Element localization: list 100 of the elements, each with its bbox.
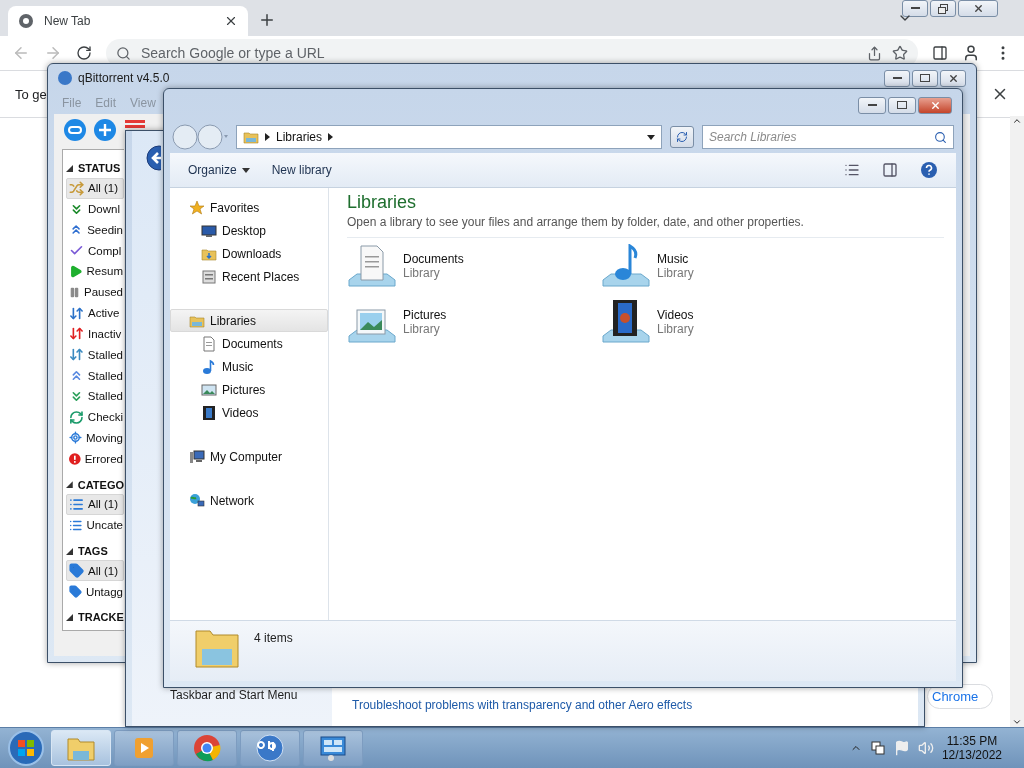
dropdown-arrow-icon[interactable] — [647, 134, 655, 140]
filter-item[interactable]: Resum — [66, 261, 124, 282]
back-arrow-icon[interactable] — [146, 145, 161, 171]
nav-item[interactable]: Recent Places — [170, 265, 328, 288]
address-bar[interactable]: Libraries — [236, 125, 662, 149]
add-icon[interactable] — [94, 119, 116, 141]
filter-item[interactable]: All (1) — [66, 494, 124, 515]
filter-item[interactable]: Uncate — [66, 514, 124, 536]
nav-item[interactable]: Desktop — [170, 219, 328, 242]
filter-item[interactable]: Moving — [66, 427, 124, 449]
help-icon[interactable] — [920, 161, 938, 179]
shuffle-icon — [69, 180, 84, 196]
caret-icon — [241, 167, 250, 173]
preview-pane-icon[interactable] — [882, 162, 898, 178]
link-icon[interactable] — [64, 119, 86, 141]
library-name[interactable]: Documents — [403, 252, 464, 266]
bookmark-star-icon[interactable] — [892, 45, 908, 61]
breadcrumb-item[interactable]: Libraries — [276, 130, 323, 144]
star-icon — [189, 199, 205, 216]
customize-chrome-button[interactable]: Chrome — [927, 684, 994, 709]
refresh-button[interactable] — [670, 126, 694, 148]
computer-icon — [189, 448, 205, 465]
filter-item[interactable]: Seedin — [66, 219, 124, 241]
filter-item[interactable]: Compl — [66, 240, 124, 262]
address-placeholder: Search Google or type a URL — [141, 45, 325, 61]
share-icon[interactable] — [867, 45, 882, 61]
taskbar-button[interactable] — [303, 730, 363, 766]
search-field[interactable]: Search Libraries — [702, 125, 954, 149]
close-icon[interactable] — [224, 14, 238, 28]
nav-item[interactable]: Documents — [170, 332, 328, 355]
filter-item[interactable]: Checki — [66, 406, 124, 428]
nav-item[interactable]: Videos — [170, 401, 328, 424]
nav-item[interactable]: My Computer — [170, 445, 328, 468]
minimize-button[interactable] — [902, 0, 928, 17]
up-down-arrows-icon — [69, 305, 84, 321]
restore-button[interactable] — [930, 0, 956, 17]
filter-item[interactable]: Active — [66, 302, 124, 324]
music-note-icon — [201, 358, 217, 375]
nav-item[interactable]: Network — [170, 489, 328, 512]
view-options-icon[interactable] — [844, 162, 860, 178]
scroll-down-icon[interactable] — [1012, 717, 1022, 727]
collapse-triangle-icon[interactable] — [66, 481, 73, 489]
maximize-button[interactable] — [888, 96, 916, 114]
filter-item[interactable]: Untagg — [66, 581, 124, 603]
new-tab-icon[interactable] — [258, 11, 276, 29]
library-type: Library — [403, 266, 441, 280]
command-button[interactable]: Organize — [188, 161, 250, 179]
library-name[interactable]: Music — [657, 252, 694, 266]
close-button[interactable] — [940, 69, 966, 87]
network-icon[interactable] — [869, 740, 886, 756]
command-button[interactable]: New library — [271, 161, 332, 179]
browser-tab[interactable]: New Tab — [8, 6, 248, 36]
filter-item[interactable]: Paused — [66, 281, 124, 303]
maximize-button[interactable] — [912, 69, 938, 87]
nav-item[interactable]: Music — [170, 355, 328, 378]
troubleshoot-link[interactable]: Troubleshoot problems with transparency and other Aero effects — [352, 698, 693, 712]
taskbar-button[interactable] — [177, 730, 237, 766]
nav-item[interactable]: Libraries — [170, 309, 328, 332]
library-type: Library — [657, 266, 694, 280]
clock[interactable]: 11:35 PM 12/13/2022 — [941, 734, 1002, 762]
collapse-triangle-icon[interactable] — [66, 547, 73, 555]
filter-item[interactable]: Stalled — [66, 365, 124, 386]
library-name[interactable]: Videos — [657, 308, 694, 322]
maximize-icon — [897, 101, 907, 109]
library-name[interactable]: Pictures — [403, 308, 447, 322]
scroll-up-icon[interactable] — [1012, 116, 1022, 126]
error-icon — [69, 451, 81, 466]
filter-item[interactable]: Downl — [66, 198, 124, 220]
filter-item[interactable]: Stalled — [66, 344, 124, 366]
search-icon — [934, 130, 947, 144]
minimize-button[interactable] — [858, 96, 886, 114]
tag-icon — [69, 584, 82, 600]
close-icon — [972, 3, 984, 14]
library-type: Library — [657, 322, 694, 336]
breadcrumb-arrow-icon — [265, 133, 270, 141]
play-icon — [69, 263, 83, 279]
library-description: Open a library to see your files and arrange them by folder, date, and other properties. — [347, 215, 944, 238]
filter-item[interactable]: Stalled — [66, 385, 124, 407]
close-button[interactable] — [958, 0, 998, 17]
side-panel-icon[interactable] — [932, 45, 948, 61]
nav-item[interactable]: Pictures — [170, 378, 328, 401]
nav-item[interactable]: Favorites — [170, 196, 328, 219]
profile-icon[interactable] — [962, 44, 980, 62]
collapse-triangle-icon[interactable] — [66, 613, 73, 621]
nav-item[interactable]: Downloads — [170, 242, 328, 265]
filter-item[interactable]: Inactiv — [66, 323, 124, 345]
filter-item[interactable]: All (1) — [66, 177, 124, 199]
minimize-button[interactable] — [884, 69, 910, 87]
filter-item[interactable]: Errored — [66, 448, 124, 470]
refresh-icon — [69, 409, 84, 425]
list-icon — [69, 496, 84, 512]
filter-item[interactable]: All (1) — [66, 560, 124, 582]
reload-icon[interactable] — [76, 45, 92, 61]
remove-icon[interactable] — [124, 120, 146, 129]
scrollbar[interactable] — [1010, 116, 1024, 727]
side-link[interactable]: Taskbar and Start Menu — [170, 688, 324, 702]
taskbar-button[interactable] — [240, 730, 300, 766]
close-button[interactable] — [918, 96, 952, 114]
film-icon — [201, 404, 217, 421]
collapse-triangle-icon[interactable] — [66, 164, 73, 172]
